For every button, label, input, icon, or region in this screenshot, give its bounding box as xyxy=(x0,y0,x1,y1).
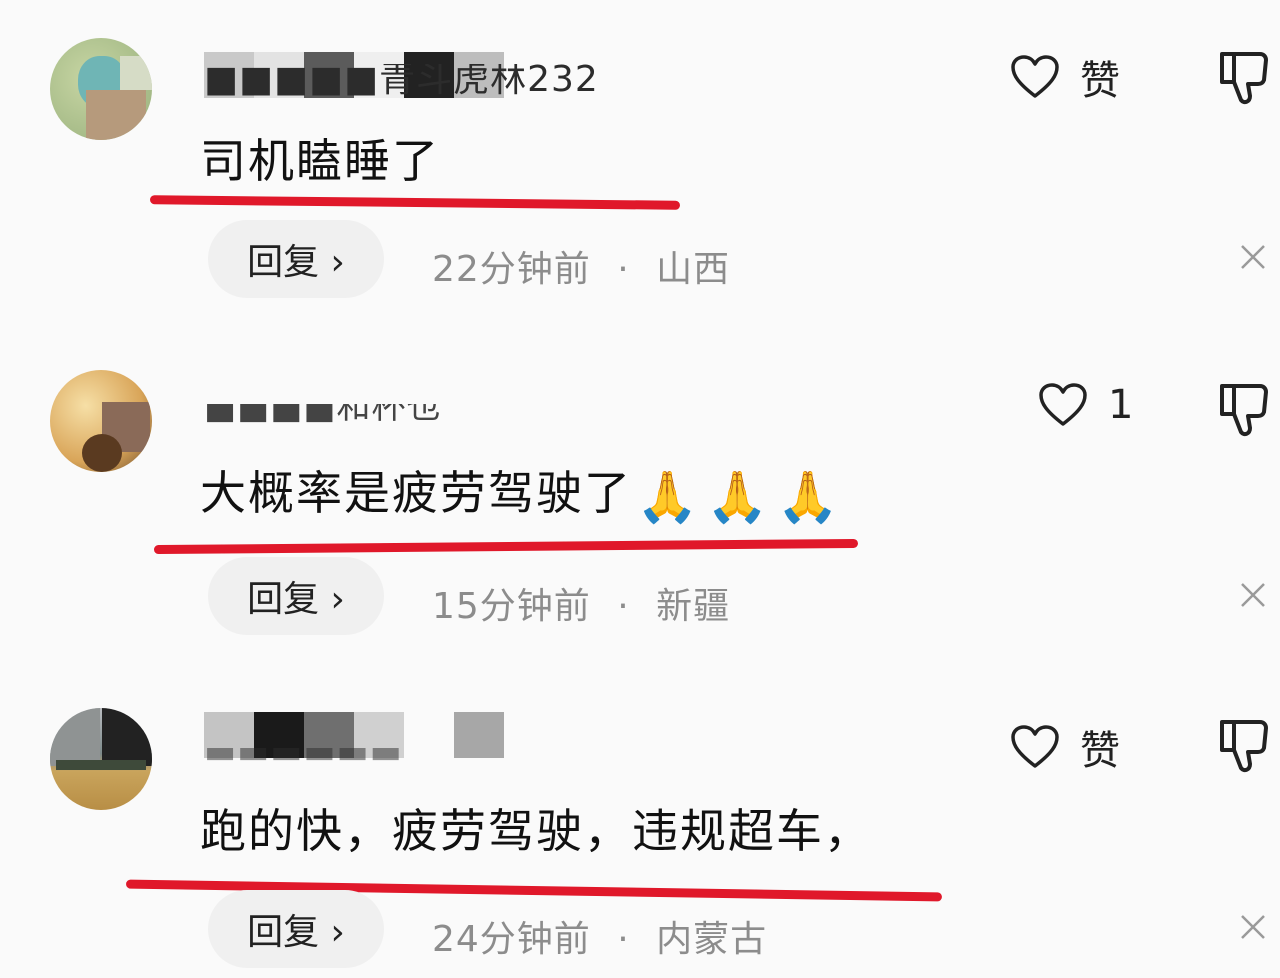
comment-text: 跑的快，疲劳驾驶，违规超车， xyxy=(200,804,872,858)
username: ■■■■■青斗虎林232 xyxy=(204,64,599,96)
comment-meta: 24分钟前 · 内蒙古 xyxy=(432,910,767,962)
thumbs-down-icon[interactable] xyxy=(1216,716,1272,776)
comment-location: 内蒙古 xyxy=(656,919,768,960)
like-button[interactable]: 赞 xyxy=(1010,718,1120,776)
comment-item: 跑的快，疲劳驾驶，违规超车， 回复 › 24分钟前 · 内蒙古 赞 xyxy=(0,0,1280,978)
username-partial: ■■■■■■ xyxy=(204,748,403,766)
reply-button[interactable]: 回复 › xyxy=(208,890,384,968)
username: ■■■■■■ xyxy=(204,748,403,765)
comment-time: 24分钟前 xyxy=(432,919,591,960)
avatar[interactable] xyxy=(50,708,152,810)
close-x-icon[interactable] xyxy=(1238,912,1268,942)
like-count: 赞 xyxy=(1080,728,1120,774)
heart-outline-icon xyxy=(1011,725,1059,768)
meta-separator: · xyxy=(617,919,630,960)
username-partial: ■■■■■青斗虎林232 xyxy=(204,64,599,96)
